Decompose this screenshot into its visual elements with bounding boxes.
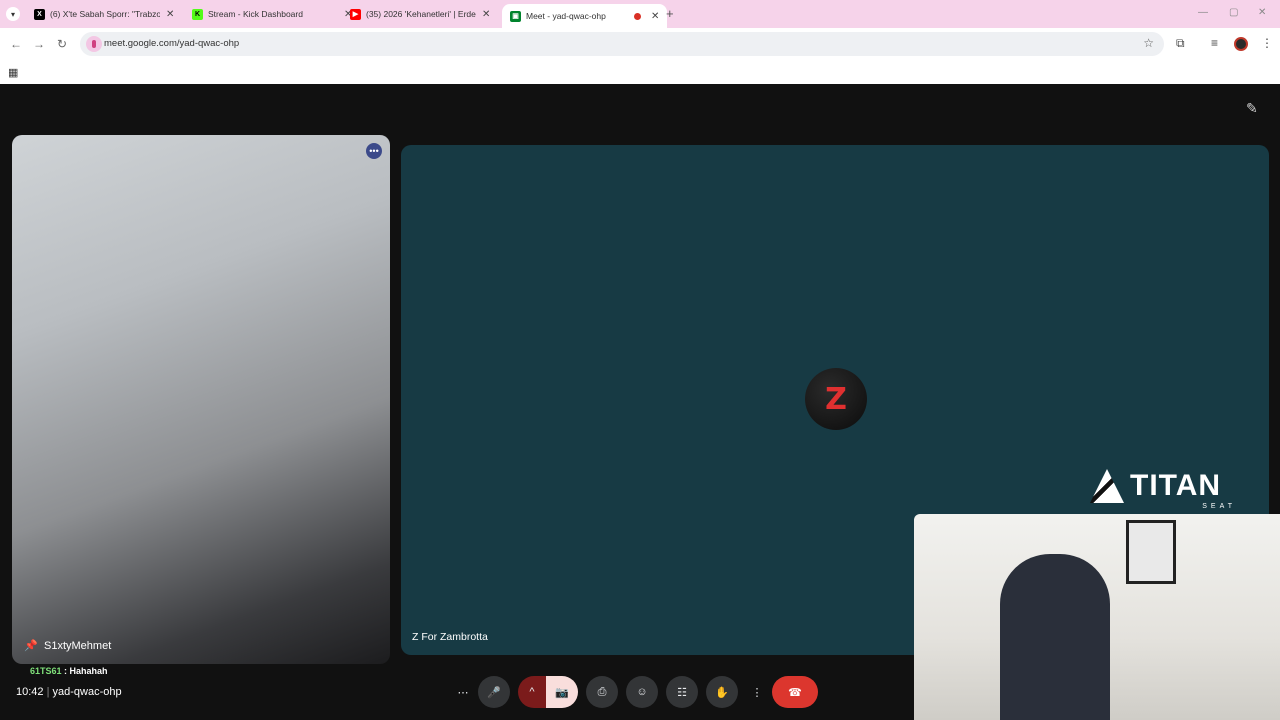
titan-logo-mark <box>1090 469 1124 503</box>
options-icon[interactable]: ⋮ <box>746 676 768 708</box>
participant-tile-mehmet[interactable]: ••• 📌 S1xtyMehmet <box>12 135 390 664</box>
tab-title: Stream - Kick Dashboard <box>208 9 303 19</box>
more-icon[interactable]: ⋯ <box>452 676 474 708</box>
tab-x[interactable]: X (6) X'te Sabah Sporr: "Trabzonsp ✕ <box>26 2 182 26</box>
x-icon: X <box>34 8 45 20</box>
call-controls: ⋯ 🎤 ^ 📷 ⎙ ☺ ☷ ✋ ⋮ ☎ <box>452 676 826 708</box>
address-bar-row: ← → ↻ meet.google.com/yad-qwac-ohp ☆ ⧉ ≡… <box>0 28 1280 60</box>
back-icon[interactable]: ← <box>10 37 22 51</box>
tab-title: Meet - yad-qwac-ohp <box>526 11 606 21</box>
tab-title: (35) 2026 'Kehanetleri' | Erdem <box>366 9 476 19</box>
minimize-icon[interactable]: — <box>1198 7 1208 18</box>
tab-meet[interactable]: ▣ Meet - yad-qwac-ohp ✕ <box>502 4 668 28</box>
participant-avatar: Z <box>805 368 867 430</box>
streamer <box>1000 554 1110 720</box>
extensions-icon[interactable]: ⧉ <box>1176 36 1185 51</box>
stream-chat-overlay: 61TS61 : Hahahah <box>30 666 108 676</box>
streamer-webcam-overlay <box>914 514 1280 720</box>
meet-icon: ▣ <box>510 10 521 22</box>
close-tab-icon[interactable]: ✕ <box>651 11 659 22</box>
url-text: meet.google.com/yad-qwac-ohp <box>104 38 240 49</box>
emoji-button[interactable]: ☺ <box>626 676 658 708</box>
logo-text: TITAN <box>1130 469 1222 502</box>
close-window-icon[interactable]: ✕ <box>1258 7 1266 18</box>
mic-button[interactable]: 🎤 <box>478 676 510 708</box>
apps-grid-icon[interactable]: ▦ <box>8 66 18 79</box>
participant-name: Z For Zambrotta <box>412 631 488 643</box>
end-call-button[interactable]: ☎ <box>772 676 818 708</box>
menu-icon[interactable]: ⋮ <box>1261 36 1273 50</box>
mic-active-icon <box>86 36 102 52</box>
tab-kick[interactable]: K Stream - Kick Dashboard ✕ <box>184 2 360 26</box>
close-tab-icon[interactable]: ✕ <box>166 9 174 20</box>
logo-subtext: SEAT <box>1202 503 1236 510</box>
effects-icon[interactable]: ✎ <box>1246 100 1258 117</box>
recording-icon <box>634 12 641 20</box>
meeting-code: yad-qwac-ohp <box>52 686 122 698</box>
present-button[interactable]: ⎙ <box>586 676 618 708</box>
bookmarks-bar: ▦ <box>0 60 1280 84</box>
url-field[interactable]: meet.google.com/yad-qwac-ohp ☆ <box>80 32 1164 56</box>
maximize-icon[interactable]: ▢ <box>1229 7 1238 18</box>
more-options-icon[interactable]: ••• <box>366 143 382 159</box>
bookmark-star-icon[interactable]: ☆ <box>1143 36 1154 50</box>
new-tab-icon[interactable]: + <box>666 6 674 21</box>
camera-off-button[interactable]: 📷 <box>546 676 578 708</box>
pin-icon: 📌 <box>24 640 38 652</box>
tab-search-icon[interactable]: ▾ <box>6 7 20 21</box>
media-icon[interactable]: ≡ <box>1211 36 1218 50</box>
chat-user: 61TS61 <box>30 666 62 676</box>
profile-avatar[interactable] <box>1234 37 1248 51</box>
titan-logo: TITAN SEAT <box>1090 466 1240 510</box>
participant-name: S1xtyMehmet <box>44 640 112 652</box>
meeting-info: 10:42 | yad-qwac-ohp <box>16 686 122 698</box>
kick-icon: K <box>192 8 203 20</box>
chat-message: Hahahah <box>69 666 108 676</box>
youtube-icon: ▶ <box>350 8 361 20</box>
forward-icon[interactable]: → <box>33 37 45 51</box>
tab-youtube[interactable]: ▶ (35) 2026 'Kehanetleri' | Erdem ✕ <box>342 2 498 26</box>
raise-hand-button[interactable]: ✋ <box>706 676 738 708</box>
close-tab-icon[interactable]: ✕ <box>482 9 490 20</box>
tab-title: (6) X'te Sabah Sporr: "Trabzonsp <box>50 9 160 19</box>
wall-board <box>1126 520 1176 584</box>
tab-bar: ▾ X (6) X'te Sabah Sporr: "Trabzonsp ✕ K… <box>0 0 1280 28</box>
reload-icon[interactable]: ↻ <box>57 37 67 51</box>
clock: 10:42 <box>16 686 44 698</box>
camera-options-chevron-icon[interactable]: ^ <box>518 676 546 708</box>
captions-button[interactable]: ☷ <box>666 676 698 708</box>
